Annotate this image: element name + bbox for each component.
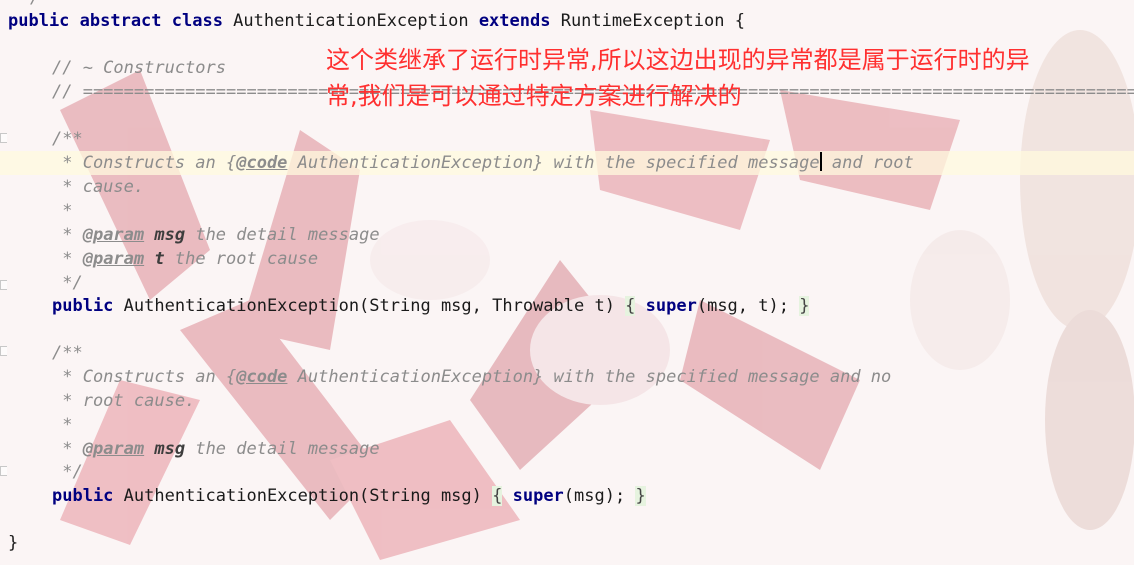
- constructor-one-arg: public AuthenticationException(String ms…: [52, 486, 646, 506]
- param-name: t: [144, 249, 165, 269]
- javadoc-tag: @code: [236, 367, 288, 387]
- javadoc-tag: @param: [82, 249, 145, 269]
- javadoc-tag: @code: [236, 153, 288, 173]
- javadoc-end: */: [52, 462, 83, 482]
- javadoc-line: *: [52, 201, 73, 221]
- javadoc-start: /**: [52, 129, 83, 149]
- javadoc-line: * root cause.: [52, 391, 196, 411]
- param-name: msg: [144, 225, 186, 245]
- javadoc-start: /**: [52, 343, 83, 363]
- keyword: public abstract class: [8, 11, 223, 31]
- class-name: AuthenticationException: [222, 11, 479, 31]
- annotation-text: 常,我们是可以通过特定方案进行解决的: [326, 82, 742, 110]
- fold-marker[interactable]: [0, 280, 7, 290]
- annotation-text: 这个类继承了运行时异常,所以这边出现的异常都是属于运行时的异: [326, 46, 1030, 74]
- superclass: RuntimeException {: [550, 11, 745, 31]
- javadoc-tag: @param: [82, 439, 145, 459]
- fold-marker[interactable]: [0, 133, 7, 143]
- folded-brace[interactable]: }: [635, 486, 646, 506]
- keyword: public: [52, 296, 114, 316]
- param-name: msg: [144, 439, 186, 459]
- javadoc-line: *: [52, 415, 73, 435]
- class-closing-brace: }: [8, 533, 19, 553]
- keyword: public: [52, 486, 114, 506]
- javadoc-param: * @param msg the detail message: [52, 439, 380, 459]
- javadoc-line: * Constructs an {@code AuthenticationExc…: [52, 152, 914, 173]
- folded-brace[interactable]: {: [492, 486, 503, 506]
- javadoc-param: * @param t the root cause: [52, 249, 319, 269]
- keyword: super: [635, 296, 697, 316]
- fold-marker[interactable]: [0, 346, 7, 356]
- javadoc-end: */: [52, 273, 83, 293]
- javadoc-line: * cause.: [52, 177, 145, 197]
- javadoc-line: * Constructs an {@code AuthenticationExc…: [52, 367, 892, 387]
- javadoc-tag: @param: [82, 225, 145, 245]
- constructor-two-args: public AuthenticationException(String ms…: [52, 296, 810, 316]
- class-declaration: public abstract class AuthenticationExce…: [8, 9, 745, 33]
- folded-brace[interactable]: }: [799, 296, 810, 316]
- keyword: extends: [478, 11, 551, 31]
- fold-marker[interactable]: [0, 466, 7, 476]
- javadoc-param: * @param msg the detail message: [52, 225, 380, 245]
- code-editor[interactable]: / public abstract class AuthenticationEx…: [0, 0, 1134, 565]
- folded-brace[interactable]: {: [625, 296, 636, 316]
- keyword: super: [502, 486, 564, 506]
- comment-line: // ~ Constructors: [52, 58, 226, 78]
